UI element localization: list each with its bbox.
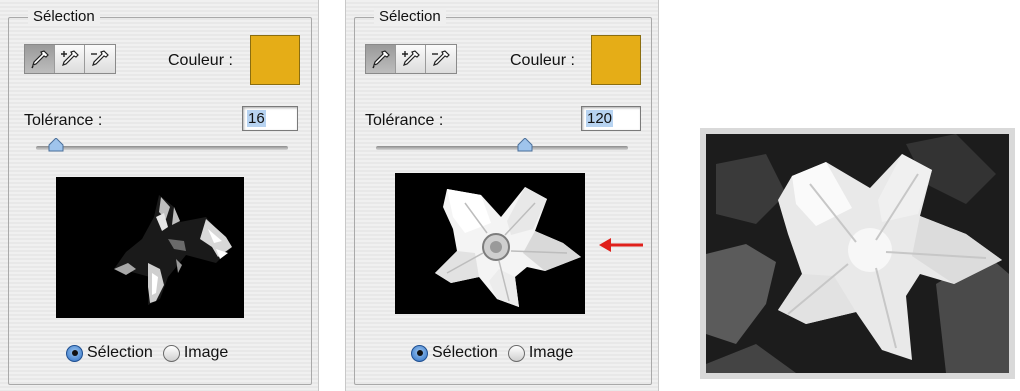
tolerance-label: Tolérance : bbox=[365, 112, 444, 129]
eyedropper-toolset bbox=[365, 44, 457, 74]
eyedropper-button[interactable] bbox=[366, 45, 396, 73]
group-title: Sélection bbox=[28, 8, 100, 25]
tolerance-input[interactable]: 120 bbox=[581, 106, 641, 131]
red-arrow-icon bbox=[599, 238, 643, 252]
image-radio[interactable] bbox=[507, 344, 525, 362]
eyedropper-add-icon bbox=[60, 50, 79, 66]
tolerance-slider-thumb[interactable] bbox=[517, 138, 533, 152]
result-mask-image bbox=[700, 128, 1015, 379]
flower-mask-preview-image bbox=[435, 187, 581, 307]
selection-radio[interactable] bbox=[411, 344, 428, 362]
preview-mode-radio-group: Sélection Image bbox=[66, 344, 228, 362]
color-swatch[interactable] bbox=[250, 35, 300, 85]
eyedropper-subtract-icon bbox=[91, 50, 109, 66]
eyedropper-add-icon bbox=[401, 50, 420, 66]
tolerance-label: Tolérance : bbox=[24, 112, 103, 129]
eyedropper-subtract-button[interactable] bbox=[85, 45, 115, 73]
eyedropper-button[interactable] bbox=[25, 45, 55, 73]
selection-preview bbox=[56, 177, 244, 318]
flower-mask-preview-image bbox=[114, 195, 232, 305]
eyedropper-add-button[interactable] bbox=[55, 45, 85, 73]
color-swatch[interactable] bbox=[591, 35, 641, 85]
eyedropper-subtract-button[interactable] bbox=[426, 45, 456, 73]
tolerance-slider-track[interactable] bbox=[36, 146, 288, 150]
tolerance-value: 16 bbox=[247, 110, 266, 127]
image-radio[interactable] bbox=[162, 344, 180, 362]
color-label: Couleur : bbox=[510, 52, 575, 69]
preview-mode-radio-group: Sélection Image bbox=[411, 344, 573, 362]
selection-radio-label: Sélection bbox=[432, 344, 498, 361]
tolerance-slider-thumb[interactable] bbox=[48, 138, 64, 152]
tolerance-value: 120 bbox=[586, 110, 614, 127]
eyedropper-icon bbox=[371, 50, 390, 69]
tolerance-slider-track[interactable] bbox=[376, 146, 628, 150]
image-radio-label: Image bbox=[528, 344, 574, 361]
image-radio-label: Image bbox=[183, 344, 229, 361]
selection-preview bbox=[395, 173, 585, 314]
tolerance-input[interactable]: 16 bbox=[242, 106, 298, 131]
eyedropper-add-button[interactable] bbox=[396, 45, 426, 73]
eyedropper-icon bbox=[30, 50, 49, 69]
eyedropper-toolset bbox=[24, 44, 116, 74]
color-range-panel-2: Sélection Couleur : Tolérance : 120 Séle… bbox=[345, 0, 659, 391]
color-label: Couleur : bbox=[168, 52, 233, 69]
flower-grayscale-mask bbox=[706, 134, 1009, 373]
color-range-panel-1: Sélection Couleur : Tolérance : 16 Sélec… bbox=[0, 0, 319, 391]
group-title: Sélection bbox=[374, 8, 446, 25]
eyedropper-subtract-icon bbox=[432, 50, 450, 66]
selection-radio-label: Sélection bbox=[87, 344, 153, 361]
selection-radio[interactable] bbox=[66, 344, 83, 362]
